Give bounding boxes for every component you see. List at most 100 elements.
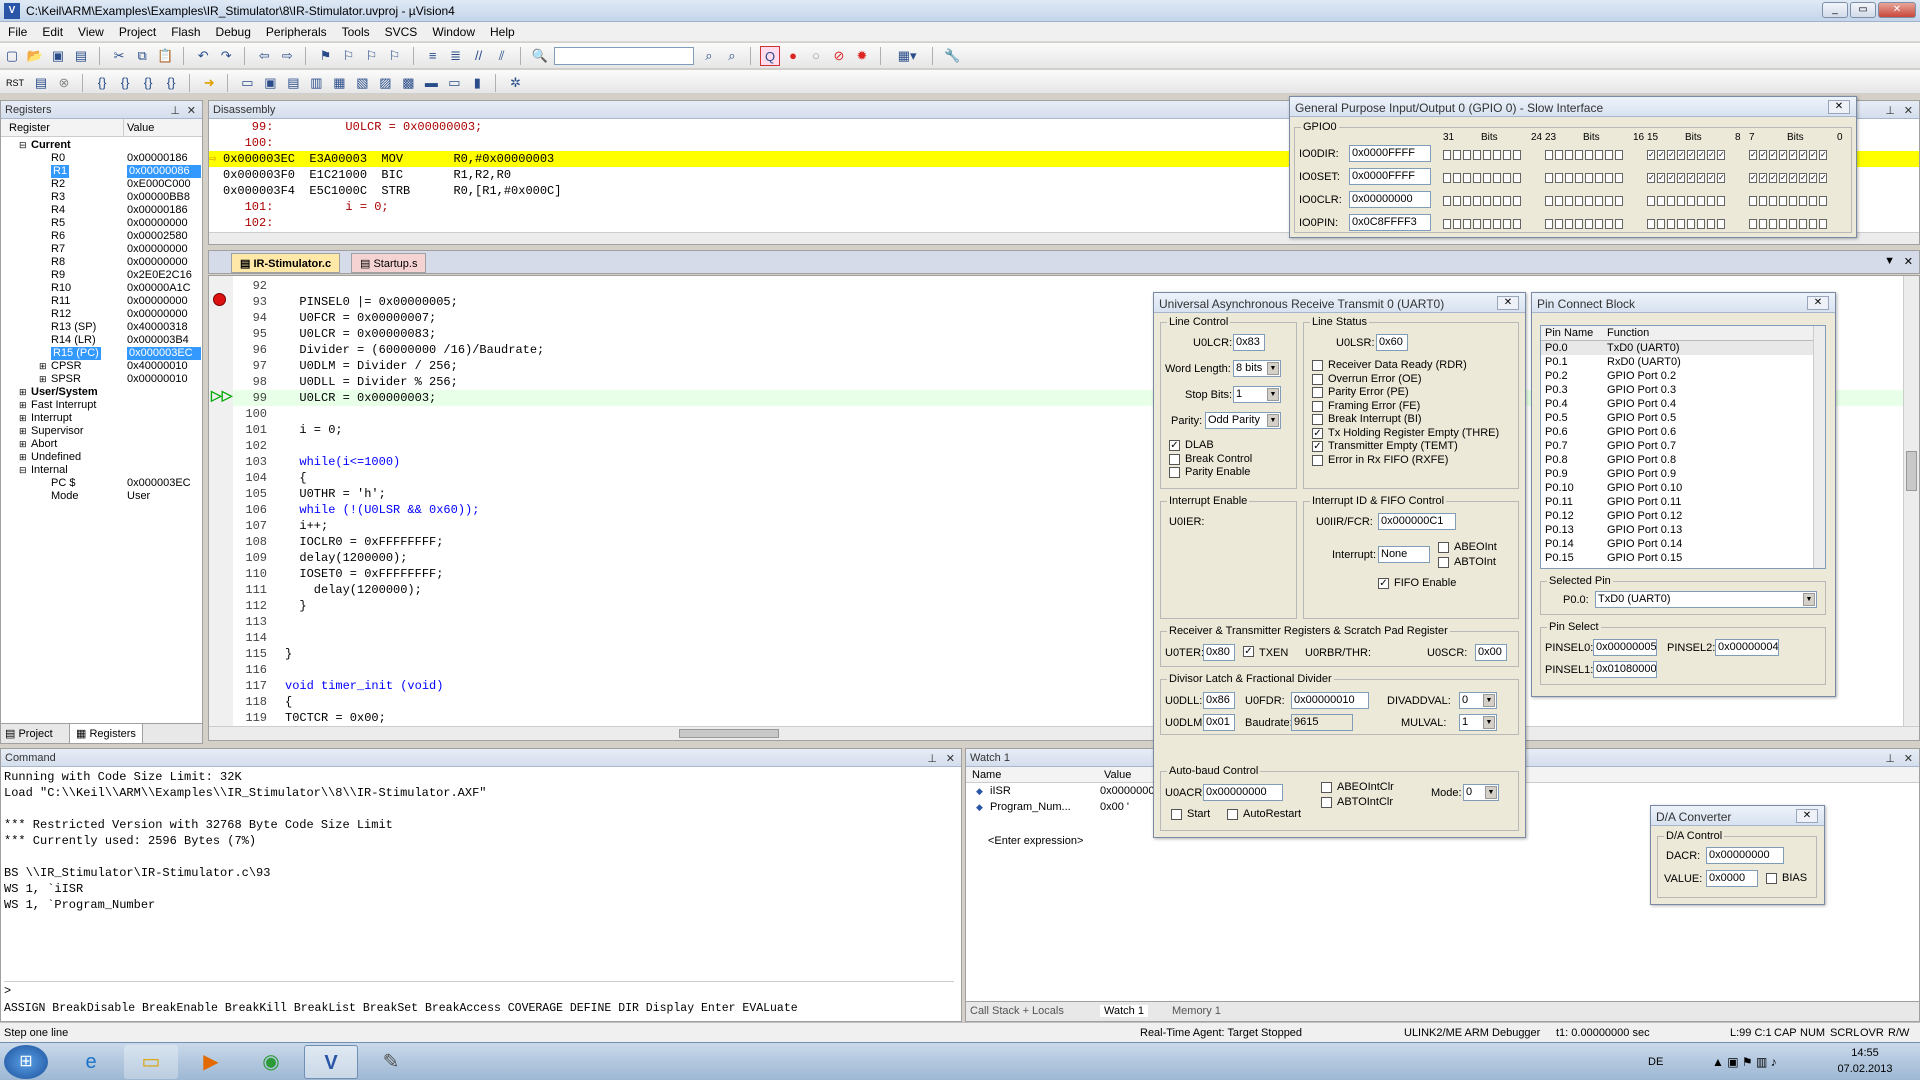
gpio-bit-checkbox[interactable] <box>1473 196 1481 207</box>
register-row[interactable]: Mode User <box>1 490 202 503</box>
gpio-bit-checkbox[interactable] <box>1463 196 1471 207</box>
window-layout-icon[interactable]: ▦▾ <box>890 46 924 66</box>
gpio-bit-checkbox[interactable] <box>1503 219 1511 230</box>
abeointclr-checkbox[interactable] <box>1321 782 1332 793</box>
tab-list-icon[interactable]: ▼ <box>1884 255 1895 267</box>
close-icon[interactable]: ✕ <box>1497 296 1519 310</box>
expand-icon[interactable]: ⊞ <box>39 360 47 373</box>
register-row[interactable]: ⊟ Internal <box>1 464 202 477</box>
tray-time[interactable]: 14:55 <box>1840 1047 1890 1059</box>
breakpoint-enable-icon[interactable]: ○ <box>806 46 826 66</box>
gpio-bit-checkbox[interactable] <box>1615 196 1623 207</box>
tray-language[interactable]: DE <box>1648 1056 1663 1068</box>
gpio-bit-checkbox[interactable]: ✓ <box>1819 173 1827 184</box>
gpio-bit-checkbox[interactable] <box>1819 219 1827 230</box>
pin-row[interactable]: P0.3 GPIO Port 0.3 <box>1541 383 1825 397</box>
gpio-bit-checkbox[interactable]: ✓ <box>1779 150 1787 161</box>
close-icon[interactable]: ✕ <box>1828 100 1850 114</box>
pin-row[interactable]: P0.12 GPIO Port 0.12 <box>1541 509 1825 523</box>
break-control-checkbox[interactable] <box>1169 453 1180 465</box>
gpio-bit-checkbox[interactable]: ✓ <box>1687 173 1695 184</box>
find-in-files-icon[interactable]: 🔍 <box>530 46 550 66</box>
gpio-bit-checkbox[interactable]: ✓ <box>1687 150 1695 161</box>
gpio-bit-checkbox[interactable] <box>1819 196 1827 207</box>
gpio-bit-checkbox[interactable] <box>1493 150 1501 161</box>
gpio-bit-checkbox[interactable]: ✓ <box>1819 150 1827 161</box>
scroll-thumb[interactable] <box>1906 451 1917 491</box>
register-value[interactable]: 0x00002580 <box>127 230 188 243</box>
breakpoint-insert-icon[interactable]: ● <box>783 46 803 66</box>
abtointclr-checkbox[interactable] <box>1321 797 1332 808</box>
gpio-bit-checkbox[interactable]: ✓ <box>1769 150 1777 161</box>
pin-icon[interactable]: ⊥ <box>1885 104 1895 117</box>
pin-row[interactable]: P0.10 GPIO Port 0.10 <box>1541 481 1825 495</box>
gpio-bit-checkbox[interactable] <box>1555 219 1563 230</box>
register-value[interactable]: 0xE000C000 <box>127 178 191 191</box>
debug-session-icon[interactable]: Q <box>760 46 780 66</box>
register-value[interactable]: 0x40000010 <box>127 360 188 373</box>
pin-row[interactable]: P0.0 TxD0 (UART0) <box>1541 341 1825 355</box>
error-in-rx-fifo-rxfe-checkbox[interactable] <box>1312 454 1323 466</box>
register-row[interactable]: R9 0x2E0E2C16 <box>1 269 202 282</box>
gpio-bit-checkbox[interactable] <box>1717 196 1725 207</box>
tab-startup[interactable]: ▤ Startup.s <box>351 253 427 273</box>
pin-row[interactable]: P0.6 GPIO Port 0.6 <box>1541 425 1825 439</box>
gpio-bit-checkbox[interactable] <box>1585 196 1593 207</box>
abeoint-checkbox[interactable] <box>1438 542 1449 553</box>
gpio-bit-checkbox[interactable] <box>1759 219 1767 230</box>
dacr-field[interactable]: 0x00000000 <box>1706 847 1784 864</box>
nav-back-icon[interactable]: ⇦ <box>254 46 274 66</box>
scroll-thumb[interactable] <box>679 729 779 738</box>
bias-checkbox[interactable] <box>1766 873 1777 884</box>
gpio-bit-checkbox[interactable] <box>1595 150 1603 161</box>
gpio-bit-checkbox[interactable]: ✓ <box>1769 173 1777 184</box>
media-player-icon[interactable]: ▶ <box>184 1045 238 1079</box>
break-interrupt-bi-checkbox[interactable] <box>1312 414 1323 425</box>
gpio-bit-checkbox[interactable] <box>1647 219 1655 230</box>
gpio-bit-checkbox[interactable] <box>1615 219 1623 230</box>
close-icon[interactable]: ✕ <box>1904 752 1913 765</box>
gpio-bit-checkbox[interactable] <box>1717 219 1725 230</box>
gpio-bit-checkbox[interactable] <box>1453 173 1461 184</box>
gpio-bit-checkbox[interactable] <box>1503 173 1511 184</box>
gpio-bit-checkbox[interactable]: ✓ <box>1759 150 1767 161</box>
new-file-icon[interactable]: ▢ <box>2 46 22 66</box>
gpio-bit-checkbox[interactable] <box>1545 150 1553 161</box>
gpio-bit-checkbox[interactable]: ✓ <box>1799 173 1807 184</box>
gpio-bit-checkbox[interactable] <box>1565 173 1573 184</box>
code-line[interactable]: 119 T0CTCR = 0x00; <box>233 710 1905 726</box>
gpio-bit-checkbox[interactable] <box>1463 173 1471 184</box>
find-icon[interactable]: ⌕ <box>699 46 719 66</box>
gpio-bit-checkbox[interactable] <box>1657 219 1665 230</box>
expand-icon[interactable]: ⊞ <box>19 438 27 451</box>
bookmark-icon[interactable]: ⚑ <box>316 46 336 66</box>
menu-debug[interactable]: Debug <box>208 22 258 39</box>
cut-icon[interactable]: ✂ <box>109 46 129 66</box>
menu-svcs[interactable]: SVCS <box>377 22 425 39</box>
pin-row[interactable]: P0.13 GPIO Port 0.13 <box>1541 523 1825 537</box>
breakpoint-kill-icon[interactable]: ✹ <box>852 46 872 66</box>
step-into-icon[interactable]: {} <box>92 73 112 93</box>
expand-icon[interactable]: ⊟ <box>19 464 27 477</box>
tab-call-stack-locals[interactable]: Call Stack + Locals <box>970 1005 1064 1017</box>
gpio-bit-checkbox[interactable] <box>1575 196 1583 207</box>
register-value[interactable]: 0x00000BB8 <box>127 191 190 204</box>
register-row-selected[interactable]: R15 (PC) 0x000003EC <box>1 347 202 360</box>
uvision-icon[interactable]: V <box>304 1045 358 1079</box>
pin-row[interactable]: P0.9 GPIO Port 0.9 <box>1541 467 1825 481</box>
pinsel1-field[interactable]: 0x01080000 <box>1593 661 1657 678</box>
gpio-bit-checkbox[interactable] <box>1473 173 1481 184</box>
register-value[interactable]: 0x00000000 <box>127 217 188 230</box>
tab-project[interactable]: ▤ Project <box>5 727 53 740</box>
register-row[interactable]: R14 (LR) 0x000003B4 <box>1 334 202 347</box>
pin-row[interactable]: P0.11 GPIO Port 0.11 <box>1541 495 1825 509</box>
gpio-bit-checkbox[interactable] <box>1759 196 1767 207</box>
gpio-bit-checkbox[interactable] <box>1493 196 1501 207</box>
register-value[interactable]: User <box>127 490 150 503</box>
u0lsr-field[interactable]: 0x60 <box>1376 334 1408 351</box>
minimize-button[interactable]: _ <box>1822 2 1848 18</box>
expand-icon[interactable]: ⊞ <box>19 412 27 425</box>
gpio-bit-checkbox[interactable]: ✓ <box>1697 150 1705 161</box>
expand-icon[interactable]: ⊞ <box>19 386 27 399</box>
menu-tools[interactable]: Tools <box>334 22 377 39</box>
